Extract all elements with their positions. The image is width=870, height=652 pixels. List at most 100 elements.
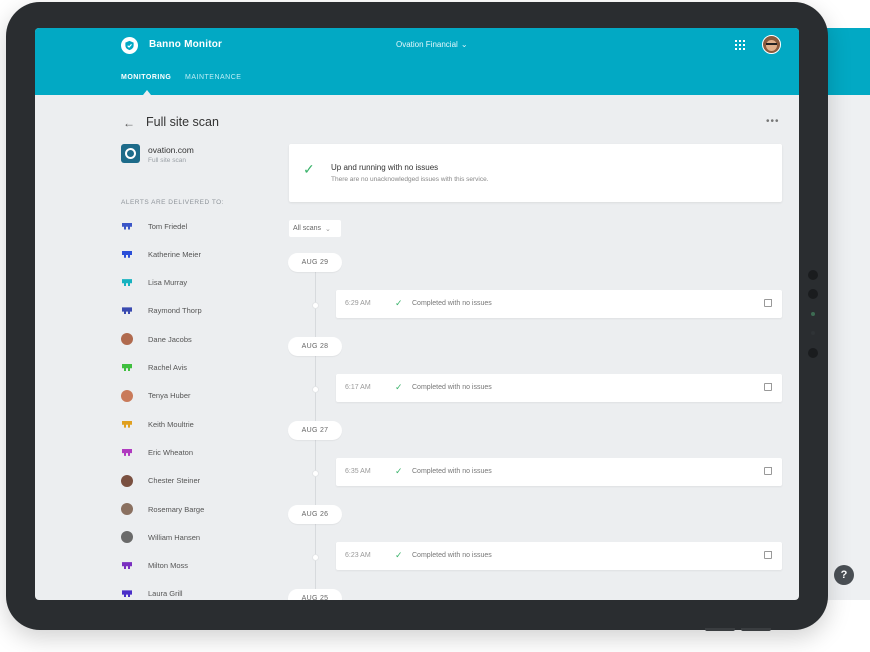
check-icon: ✓ [395, 466, 403, 476]
avatar [121, 474, 133, 487]
alert-recipient: Raymond Thorp [121, 304, 202, 318]
chevron-down-icon: ⌄ [460, 40, 468, 49]
active-tab-indicator [143, 90, 151, 95]
pixel-avatar-icon [121, 248, 133, 260]
scan-result: Completed with no issues [412, 468, 492, 475]
pixel-avatar-icon [121, 446, 133, 458]
avatar [121, 531, 133, 544]
tablet-side-button [808, 289, 818, 299]
site-name: ovation.com [148, 145, 194, 155]
scan-time: 6:29 AM [345, 300, 371, 307]
help-button[interactable]: ? [834, 565, 854, 585]
tablet-button [705, 628, 735, 631]
site-scan-type: Full site scan [148, 157, 186, 164]
recipient-name: Rachel Avis [148, 363, 188, 372]
alerts-heading: ALERTS ARE DELIVERED TO: [121, 199, 225, 206]
recipient-name: Rosemary Barge [148, 504, 205, 514]
tablet-side-button [808, 348, 818, 358]
alert-recipient: Rosemary Barge [121, 502, 204, 516]
alert-recipient: Keith Moultrie [121, 417, 194, 431]
filter-label: All scans [293, 225, 322, 232]
page-title: Full site scan [146, 115, 219, 129]
avatar [121, 333, 133, 346]
app-title: Banno Monitor [149, 39, 223, 50]
open-external-icon[interactable] [764, 467, 772, 475]
status-card: ✓ Up and running with no issues There ar… [289, 144, 782, 202]
recipient-name: Dane Jacobs [148, 334, 192, 344]
timeline-dot [312, 386, 319, 393]
date-pill: AUG 28 [288, 337, 342, 356]
shield-logo-icon [121, 37, 138, 54]
pixel-avatar-icon [121, 277, 133, 289]
open-external-icon[interactable] [764, 299, 772, 307]
alert-recipient: Katherine Meier [121, 247, 201, 261]
avatar [121, 503, 133, 515]
check-icon: ✓ [395, 550, 403, 560]
recipient-name: Raymond Thorp [148, 306, 202, 316]
scan-time: 6:23 AM [345, 552, 371, 559]
alert-recipient: Lisa Murray [121, 276, 187, 290]
tablet-indicator-light [811, 331, 815, 335]
alert-recipient: Eric Wheaton [121, 445, 193, 459]
scan-result: Completed with no issues [412, 300, 492, 307]
check-icon: ✓ [395, 382, 403, 392]
recipient-name: Katherine Meier [148, 249, 201, 259]
back-arrow-icon[interactable]: ← [123, 116, 135, 130]
alert-recipient: Chester Steiner [121, 474, 200, 488]
tablet-side-button [808, 270, 818, 280]
alert-recipient: Rachel Avis [121, 361, 187, 375]
timeline-dot [312, 554, 319, 561]
tablet-button [741, 628, 771, 631]
check-icon: ✓ [303, 161, 315, 177]
tablet-indicator-light [811, 312, 815, 316]
organization-name: Ovation Financial [396, 40, 458, 49]
organization-select[interactable]: Ovation Financial ⌄ [396, 40, 468, 49]
pixel-avatar-icon [121, 305, 133, 317]
status-title: Up and running with no issues [331, 163, 439, 172]
timeline-dot [312, 302, 319, 309]
recipient-name: Keith Moultrie [148, 419, 194, 429]
status-subtitle: There are no unacknowledged issues with … [331, 176, 489, 183]
alert-recipient: Tom Friedel [121, 219, 187, 233]
alert-recipient: Laura Grill [121, 587, 183, 600]
scan-time: 6:35 AM [345, 468, 371, 475]
recipient-name: Eric Wheaton [148, 447, 194, 457]
date-pill: AUG 29 [288, 253, 342, 272]
date-pill: AUG 25 [288, 589, 342, 600]
tab-maintenance[interactable]: MAINTENANCE [185, 74, 241, 81]
alert-recipient: Milton Moss [121, 559, 188, 573]
top-bar: Banno Monitor Ovation Financial ⌄ MONITO… [35, 28, 799, 95]
tab-monitoring[interactable]: MONITORING [121, 74, 171, 81]
recipient-name: Tom Friedel [148, 221, 188, 231]
scan-row[interactable]: 6:17 AM ✓ Completed with no issues [336, 374, 782, 402]
pixel-avatar-icon [121, 362, 133, 374]
pixel-avatar-icon [121, 560, 133, 572]
more-options-icon[interactable]: ••• [766, 116, 780, 127]
recipient-name: Tenya Huber [148, 391, 191, 401]
pixel-avatar-icon [121, 220, 133, 232]
apps-grid-icon[interactable] [735, 40, 745, 50]
date-pill: AUG 26 [288, 505, 342, 524]
pixel-avatar-icon [121, 588, 133, 600]
date-pill: AUG 27 [288, 421, 342, 440]
alert-recipient: Tenya Huber [121, 389, 191, 403]
scan-filter-select[interactable]: All scans ⌄ [289, 220, 341, 237]
alert-recipient: Dane Jacobs [121, 332, 192, 346]
pixel-avatar-icon [121, 418, 133, 430]
scan-result: Completed with no issues [412, 552, 492, 559]
check-icon: ✓ [395, 298, 403, 308]
scan-row[interactable]: 6:29 AM ✓ Completed with no issues [336, 290, 782, 318]
scan-row[interactable]: 6:23 AM ✓ Completed with no issues [336, 542, 782, 570]
avatar [121, 389, 133, 402]
recipient-name: Laura Grill [148, 589, 183, 599]
recipient-name: Lisa Murray [148, 278, 188, 288]
timeline-dot [312, 470, 319, 477]
user-avatar[interactable] [762, 35, 781, 54]
recipient-name: William Hansen [148, 532, 201, 542]
site-logo-icon [121, 144, 140, 163]
scan-row[interactable]: 6:35 AM ✓ Completed with no issues [336, 458, 782, 486]
open-external-icon[interactable] [764, 383, 772, 391]
alert-recipient: William Hansen [121, 530, 200, 544]
open-external-icon[interactable] [764, 551, 772, 559]
scan-time: 6:17 AM [345, 384, 371, 391]
